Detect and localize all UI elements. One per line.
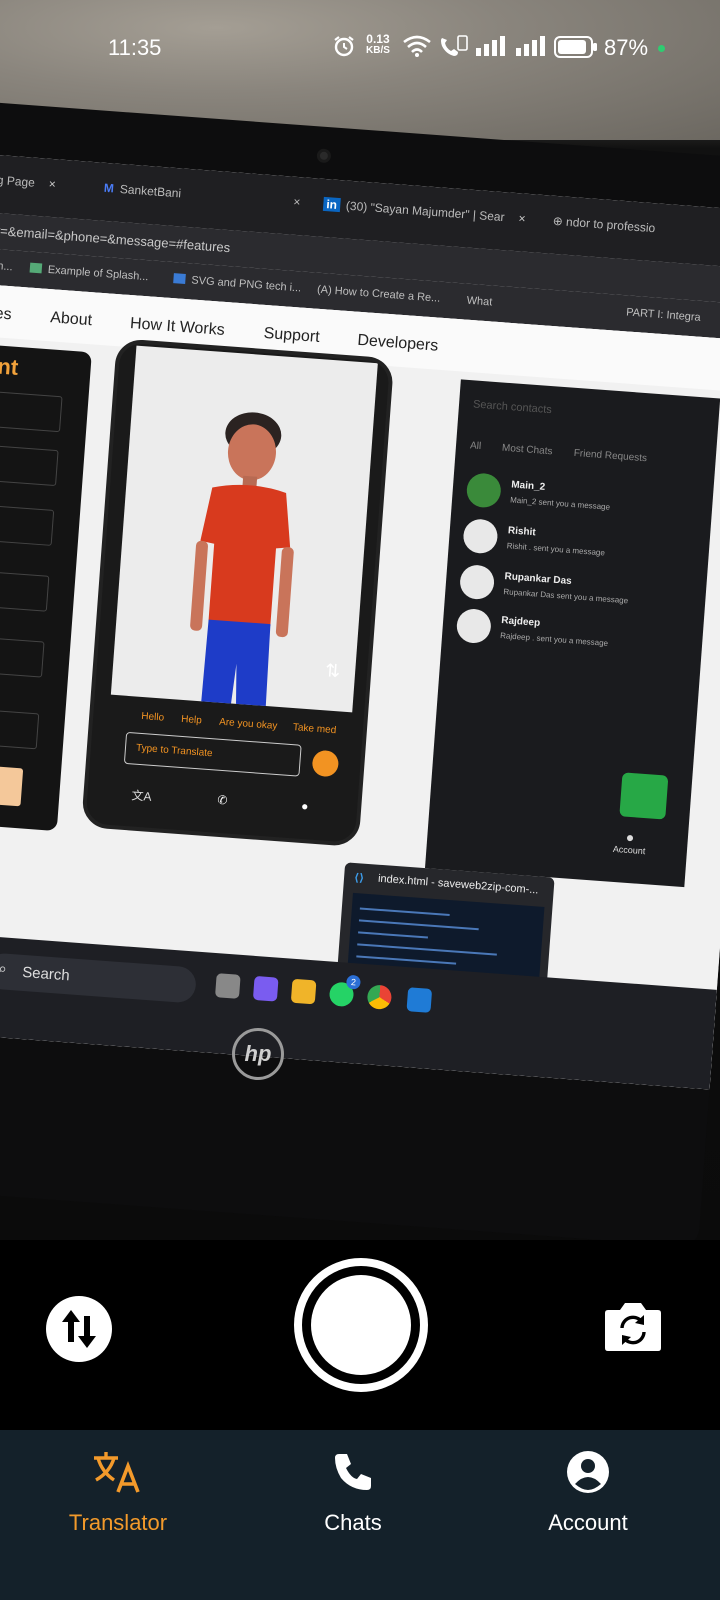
contacts-account: ● Account	[612, 828, 646, 857]
browser-tab: in (30) "Sayan Majumder" | Sear ×	[322, 196, 526, 226]
mic-icon	[311, 749, 340, 778]
browser-tab: ng Page ×	[0, 172, 57, 192]
signup-button	[0, 762, 24, 807]
avatar-3d-icon	[190, 412, 294, 713]
bookmark: PART I: Integra	[625, 306, 702, 324]
form-field	[0, 503, 55, 546]
swap-arrows-icon	[62, 1310, 96, 1348]
swap-direction-button[interactable]	[46, 1296, 112, 1362]
bookmark: with...	[0, 259, 14, 274]
volte-call-icon	[441, 35, 468, 56]
browser-tab: ⊕ ndor to professio	[552, 213, 656, 236]
filter-most-chats: Most Chats	[501, 442, 553, 458]
vscode-icon	[406, 987, 433, 1013]
nav-support: Support	[263, 324, 321, 346]
account-icon: ●	[300, 798, 309, 814]
search-icon: ⌕	[0, 960, 8, 978]
phrase-chip: Help	[180, 713, 203, 727]
form-field	[0, 389, 63, 433]
nav-developers: Developers	[356, 331, 439, 355]
nav-item-account[interactable]: Account	[488, 1450, 688, 1536]
status-bar: 11:35 0.13 KB/S 87%	[0, 0, 720, 96]
shutter-button[interactable]	[294, 1258, 428, 1392]
battery-icon	[554, 36, 597, 58]
bookmark: What	[466, 294, 493, 309]
new-chat-fab	[619, 772, 669, 820]
avatar	[462, 518, 499, 555]
camera-controls	[0, 1240, 720, 1430]
battery-percent: 87%	[604, 35, 649, 60]
form-field	[0, 635, 45, 678]
phrase-chip: Are you okay	[218, 716, 278, 732]
browser-tab: M SanketBani	[103, 180, 182, 201]
bookmark: SVG and PNG tech i...	[173, 273, 302, 294]
chrome-icon	[366, 984, 393, 1010]
vscode-icon: ⟨⟩	[353, 871, 365, 885]
nav-about: About	[49, 309, 93, 330]
whatsapp-icon: 2	[328, 974, 361, 1008]
nav-item-translator[interactable]: Translator	[18, 1450, 218, 1536]
nav-label: Account	[548, 1510, 628, 1535]
net-speed: 0.13 KB/S	[366, 32, 390, 56]
laptop-webcam	[316, 148, 332, 164]
whatsapp-badge: 2	[345, 974, 361, 990]
filter-friend-requests: Friend Requests	[573, 447, 648, 465]
nav-how-it-works: How It Works	[129, 315, 226, 339]
nav-label: Chats	[324, 1510, 382, 1535]
phrase-chip: Take med	[292, 722, 337, 737]
browser-tab: ×	[292, 194, 301, 210]
form-field	[0, 706, 40, 750]
translate-icon	[94, 1452, 140, 1493]
signal-icon	[476, 36, 505, 56]
camera-viewfinder[interactable]: ng Page × M SanketBani × in (30) "Sayan Maj…	[0, 0, 720, 1240]
phrase-chip: Hello	[140, 710, 165, 724]
contacts-panel: Search contacts All Most Chats Friend Re…	[424, 379, 720, 888]
privacy-dot-icon	[658, 45, 665, 52]
alarm-icon	[334, 36, 354, 57]
nav-item-chats[interactable]: Chats	[253, 1450, 453, 1536]
copilot-icon	[252, 975, 279, 1002]
linkedin-icon: in	[322, 196, 341, 213]
taskbar-search: ⌕ Search	[0, 952, 198, 1004]
form-field	[0, 569, 50, 612]
signup-panel: ount ername el	[0, 342, 92, 832]
swap-arrows-icon: ⇅	[324, 660, 342, 682]
flip-camera-button[interactable]	[604, 1300, 662, 1352]
translate-icon: 文A	[131, 788, 153, 804]
avatar	[455, 607, 493, 645]
laptop-bezel: ng Page × M SanketBani × in (30) "Sayan Maj…	[0, 100, 720, 1240]
signup-title: ount	[0, 351, 20, 380]
wifi-icon	[403, 35, 431, 57]
signal-icon	[516, 36, 545, 56]
avatar	[465, 472, 503, 509]
clock: 11:35	[108, 35, 162, 60]
phone-bottom-nav: 文A ✆ ●	[86, 775, 358, 835]
flip-camera-icon	[605, 1303, 661, 1351]
phone-mockup: ⇅ Hello Help Are you okay Take med Type …	[81, 338, 395, 848]
avatar-stage: ⇅	[110, 345, 378, 713]
task-view-icon	[214, 973, 241, 999]
phone-icon	[335, 1454, 371, 1490]
shutter-inner	[311, 1275, 411, 1375]
phone-icon: ✆	[216, 792, 228, 808]
filter-all: All	[469, 440, 482, 453]
form-field	[0, 443, 59, 487]
file-explorer-icon	[290, 978, 317, 1005]
bookmark: Example of Splash...	[29, 262, 149, 283]
avatar	[458, 563, 496, 601]
nav-features: Features	[0, 301, 13, 324]
sanketbani-icon: M	[103, 180, 115, 196]
account-circle-icon	[567, 1451, 609, 1493]
hp-logo: hp	[232, 1028, 284, 1080]
contact-filters: All Most Chats Friend Requests	[469, 440, 689, 464]
bottom-navigation: Translator Chats Account	[0, 1430, 720, 1600]
laptop-screen: ng Page × M SanketBani × in (30) "Sayan Maj…	[0, 154, 720, 1090]
nav-label: Translator	[68, 1510, 168, 1535]
contacts-search: Search contacts	[472, 398, 553, 417]
bookmark: (A) How to Create a Re...	[316, 283, 441, 305]
